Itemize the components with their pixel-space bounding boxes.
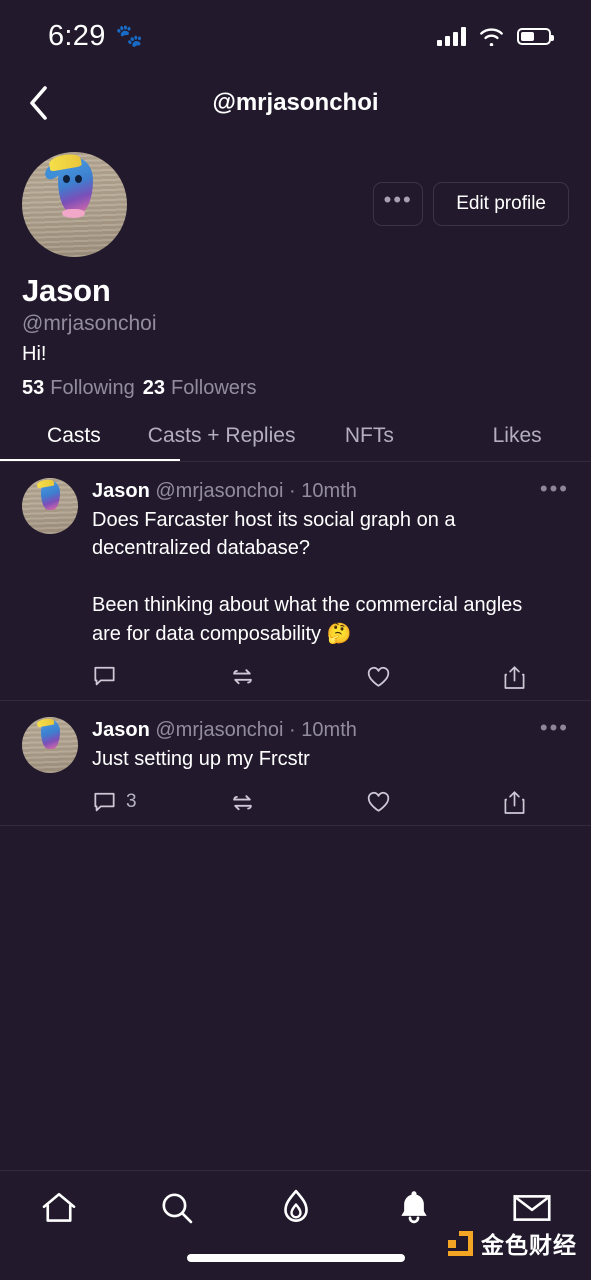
cast-more-button[interactable]: ••• <box>540 716 569 739</box>
share-upload-icon <box>503 664 526 690</box>
recast-arrows-icon <box>229 664 256 689</box>
cast-body: Jason @mrjasonchoi · 10mth Does Farcaste… <box>92 478 569 690</box>
cast-actions <box>92 664 535 690</box>
envelope-icon <box>512 1192 552 1224</box>
profile-section: ••• Edit profile Jason @mrjasonchoi Hi! … <box>0 134 591 400</box>
cast-timestamp: 10mth <box>301 718 357 741</box>
back-button[interactable] <box>14 79 62 127</box>
profile-bio: Hi! <box>22 343 47 365</box>
wifi-icon <box>479 27 504 46</box>
app-screen: 6:29 🐾 @mrjasonchoi ••• Edit profile Jas… <box>0 0 591 1280</box>
nav-search[interactable] <box>118 1189 236 1227</box>
profile-handle: @mrjasonchoi <box>22 312 157 335</box>
share-upload-icon <box>503 789 526 815</box>
profile-stats: 53 Following 23 Followers <box>22 377 569 400</box>
flame-icon <box>278 1188 314 1228</box>
following-count: 53 <box>22 377 45 399</box>
cast-like-button[interactable] <box>366 665 503 689</box>
cast-separator: · <box>283 480 302 502</box>
cast-author[interactable]: Jason <box>92 480 150 502</box>
cast-separator: · <box>283 718 302 741</box>
cast-recast-button[interactable] <box>229 664 366 689</box>
profile-actions: ••• Edit profile <box>373 182 569 226</box>
bell-icon <box>396 1188 432 1228</box>
status-bar-right <box>437 26 554 46</box>
cast-actions: 3 <box>92 789 535 815</box>
nav-notifications[interactable] <box>355 1188 473 1228</box>
cast-text: Just setting up my Frcstr <box>92 747 310 770</box>
cast-recast-button[interactable] <box>229 790 366 815</box>
status-bar-left: 6:29 🐾 <box>48 20 143 53</box>
cast-avatar[interactable] <box>22 716 78 773</box>
cast-more-button[interactable]: ••• <box>540 478 569 500</box>
following-stat[interactable]: 53 Following <box>22 377 135 400</box>
home-icon <box>39 1188 79 1228</box>
tab-casts-replies[interactable]: Casts + Replies <box>148 418 296 462</box>
cast-item[interactable]: Jason @mrjasonchoi · 10mth Does Farcaste… <box>0 462 591 701</box>
cast-like-button[interactable] <box>366 790 503 814</box>
recast-arrows-icon <box>229 790 256 815</box>
edit-profile-button[interactable]: Edit profile <box>433 182 569 226</box>
bottom-navigation: 金色财经 <box>0 1170 591 1280</box>
comment-bubble-icon <box>92 790 117 815</box>
chevron-left-icon <box>27 85 49 121</box>
profile-more-button[interactable]: ••• <box>373 182 424 226</box>
followers-label: Followers <box>170 377 257 399</box>
nav-trending[interactable] <box>236 1188 354 1228</box>
tab-casts[interactable]: Casts <box>0 418 180 462</box>
cast-item[interactable]: Jason @mrjasonchoi · 10mth Just setting … <box>0 701 591 827</box>
nav-home[interactable] <box>0 1188 118 1228</box>
home-indicator[interactable] <box>186 1254 405 1262</box>
following-label: Following <box>50 377 135 399</box>
heart-icon <box>366 665 391 689</box>
cast-header: Jason @mrjasonchoi · 10mth <box>92 478 535 504</box>
profile-tabs: Casts Casts + Replies NFTs Likes <box>0 418 591 462</box>
profile-display-name: Jason <box>22 273 111 308</box>
cast-timestamp: 10mth <box>301 480 357 502</box>
cast-reply-count: 3 <box>126 791 137 813</box>
heart-icon <box>366 790 391 814</box>
cast-handle[interactable]: @mrjasonchoi <box>155 719 283 741</box>
cast-reply-button[interactable] <box>92 664 229 689</box>
search-icon <box>158 1189 196 1227</box>
tab-nfts[interactable]: NFTs <box>296 418 444 462</box>
cast-handle[interactable]: @mrjasonchoi <box>155 480 283 502</box>
cellular-signal-icon <box>437 26 466 46</box>
page-title: @mrjasonchoi <box>212 89 379 116</box>
paw-print-icon: 🐾 <box>115 23 144 48</box>
cast-body: Jason @mrjasonchoi · 10mth Just setting … <box>92 717 569 815</box>
cast-author[interactable]: Jason <box>92 719 150 741</box>
watermark-text: 金色财经 <box>481 1233 577 1259</box>
cast-share-button[interactable] <box>503 664 535 690</box>
followers-stat[interactable]: 23 Followers <box>143 377 257 400</box>
battery-icon <box>517 27 554 45</box>
cast-reply-button[interactable]: 3 <box>92 790 229 815</box>
cast-share-button[interactable] <box>503 789 535 815</box>
page-header: @mrjasonchoi <box>0 72 591 134</box>
watermark: 金色财经 <box>448 1226 577 1260</box>
tab-likes[interactable]: Likes <box>443 418 591 462</box>
comment-bubble-icon <box>92 664 117 689</box>
empty-feed-space <box>0 826 591 1178</box>
avatar[interactable] <box>22 152 127 257</box>
cast-avatar[interactable] <box>22 478 78 534</box>
nav-messages[interactable] <box>473 1192 591 1224</box>
status-time: 6:29 <box>48 19 106 52</box>
cast-text: Does Farcaster host its social graph on … <box>92 509 523 645</box>
cast-header: Jason @mrjasonchoi · 10mth <box>92 717 535 743</box>
cast-feed: Jason @mrjasonchoi · 10mth Does Farcaste… <box>0 462 591 1178</box>
followers-count: 23 <box>142 377 165 399</box>
status-bar: 6:29 🐾 <box>0 0 591 72</box>
jinse-logo-icon <box>448 1230 473 1256</box>
